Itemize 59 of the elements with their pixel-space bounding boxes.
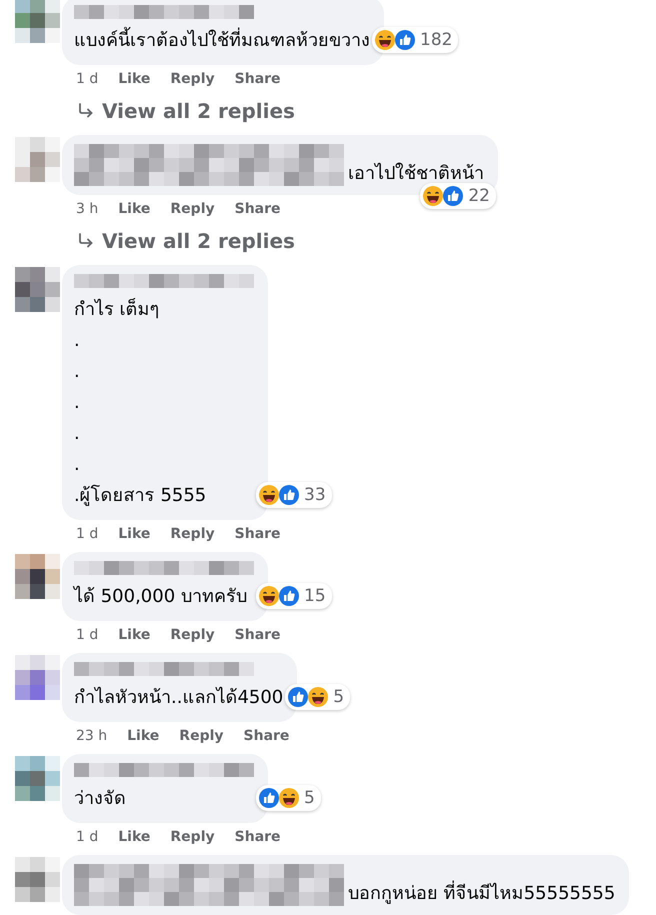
comment-text: ได้ 500,000 บาทครับ bbox=[74, 584, 248, 609]
action-link[interactable]: Like bbox=[118, 69, 150, 89]
comment-text: . bbox=[74, 391, 81, 415]
comment-text: . bbox=[74, 329, 81, 353]
comment-text: กำไร เต็มๆ bbox=[74, 297, 161, 322]
action-link[interactable]: Share bbox=[244, 726, 290, 746]
thumbs-up-icon bbox=[287, 686, 310, 708]
action-link[interactable]: Reply bbox=[170, 827, 215, 847]
view-replies-link[interactable]: View all 2 replies bbox=[102, 227, 295, 255]
thumbs-up-icon bbox=[278, 484, 300, 506]
thumbs-up-icon bbox=[258, 787, 280, 809]
reaction-badge[interactable]: 15 bbox=[256, 583, 332, 609]
timestamp: 23 h bbox=[76, 727, 108, 746]
timestamp: 1 d bbox=[76, 828, 98, 847]
action-link[interactable]: Reply bbox=[170, 625, 215, 645]
comment-text: แบงค์นี้เราต้องไปใช้ที่มณฑลห้วยขวาง bbox=[74, 25, 370, 56]
thumbs-up-icon bbox=[442, 185, 464, 207]
comment-text: ว่างจัด bbox=[74, 787, 127, 811]
comment-text: กำไลหัวหน้า..แลกได้4500 bbox=[74, 686, 284, 710]
action-link[interactable]: Share bbox=[234, 69, 281, 89]
reply-arrow-icon bbox=[78, 103, 94, 119]
timestamp: 1 d bbox=[76, 626, 98, 645]
action-link[interactable]: Share bbox=[234, 199, 281, 219]
timestamp: 1 d bbox=[76, 525, 98, 544]
view-replies-link[interactable]: View all 2 replies bbox=[102, 97, 295, 125]
action-link[interactable]: Like bbox=[127, 726, 160, 746]
action-link[interactable]: Reply bbox=[170, 69, 215, 89]
reaction-badge[interactable]: 5 bbox=[256, 785, 321, 811]
comment-text: .ผู้โดยสาร 5555 bbox=[74, 484, 208, 508]
reaction-badge[interactable]: 33 bbox=[256, 482, 332, 508]
action-link[interactable]: Like bbox=[118, 524, 150, 544]
action-link[interactable]: Like bbox=[118, 199, 150, 219]
action-link[interactable]: Like bbox=[118, 827, 150, 847]
laughing-face-icon bbox=[258, 585, 280, 607]
comment-text: . bbox=[74, 360, 81, 384]
action-link[interactable]: Like bbox=[118, 625, 150, 645]
reaction-badge[interactable]: 182 bbox=[372, 27, 458, 53]
comment-text: เอาไปใช้ชาติหน้า bbox=[348, 162, 484, 186]
laughing-face-icon bbox=[374, 29, 396, 51]
comment-text: . bbox=[74, 453, 81, 477]
comment-text: บอกกูหน่อย ที่จีนมีไหม55555555 bbox=[348, 882, 616, 906]
thumbs-up-icon bbox=[278, 585, 300, 607]
action-link[interactable]: Share bbox=[234, 625, 281, 645]
reaction-badge[interactable]: 22 bbox=[420, 183, 496, 209]
laughing-face-icon bbox=[422, 185, 444, 207]
action-link[interactable]: Reply bbox=[179, 726, 224, 746]
timestamp: 3 h bbox=[76, 200, 98, 219]
action-link[interactable]: Share bbox=[234, 524, 281, 544]
action-link[interactable]: Reply bbox=[170, 524, 215, 544]
laughing-face-icon bbox=[278, 787, 300, 809]
timestamp: 1 d bbox=[76, 70, 98, 89]
comment-text: . bbox=[74, 422, 81, 446]
action-link[interactable]: Share bbox=[234, 827, 281, 847]
laughing-face-icon bbox=[307, 686, 330, 708]
action-link[interactable]: Reply bbox=[170, 199, 215, 219]
laughing-face-icon bbox=[258, 484, 280, 506]
reaction-badge[interactable]: 5 bbox=[285, 684, 350, 710]
reply-arrow-icon bbox=[78, 233, 94, 249]
thumbs-up-icon bbox=[394, 29, 416, 51]
